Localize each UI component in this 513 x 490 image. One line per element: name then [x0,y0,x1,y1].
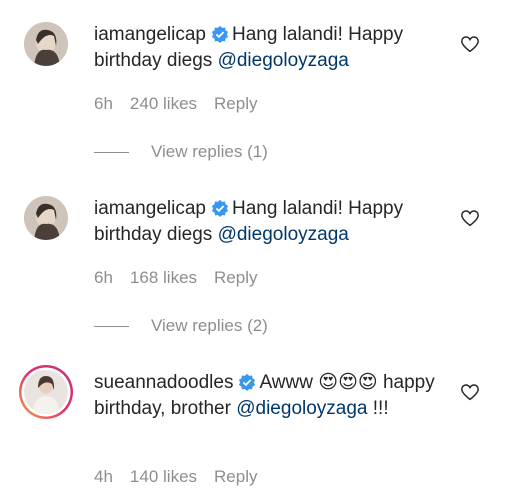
heart-eyes-emoji: 😍 [357,372,378,393]
mention-link[interactable]: @diegoloyzaga [236,398,367,419]
like-heart-icon[interactable] [460,209,480,227]
heart-eyes-emoji: 😍 [318,372,339,393]
comment-text: iamangelicap Hang lalandi! Happy birthday… [94,22,444,74]
comment-meta: 4h 140 likes Reply [94,467,275,487]
comment-body-end: !!! [367,398,389,419]
like-heart-icon[interactable] [460,383,480,401]
username[interactable]: iamangelicap [94,24,206,45]
view-replies-button[interactable]: View replies (2) [94,316,268,336]
replies-divider [94,326,129,328]
verified-badge-icon [239,373,256,391]
view-replies-label: View replies (2) [151,316,268,335]
timestamp: 4h [94,467,113,486]
reply-button[interactable]: Reply [214,467,257,486]
heart-eyes-emoji: 😍 [338,372,358,393]
verified-badge-icon [211,199,229,217]
timestamp: 6h [94,94,113,113]
likes-count[interactable]: 240 likes [130,94,197,113]
comment-text: iamangelicap Hang lalandi! Happy birthday… [94,196,444,248]
reply-button[interactable]: Reply [214,268,257,287]
likes-count[interactable]: 168 likes [130,268,197,287]
mention-link[interactable]: @diegoloyzaga [218,224,349,245]
like-heart-icon[interactable] [460,35,480,53]
username[interactable]: sueannadoodles [94,372,233,393]
view-replies-label: View replies (1) [151,142,268,161]
likes-count[interactable]: 140 likes [130,467,197,486]
comment-meta: 6h 168 likes Reply [94,268,275,288]
comment-text: sueannadoodles Awww 😍😍😍 happy birthday, b… [94,370,444,422]
avatar[interactable] [18,364,74,420]
timestamp: 6h [94,268,113,287]
username[interactable]: iamangelicap [94,198,206,219]
verified-badge-icon [211,25,229,43]
avatar[interactable] [24,22,68,66]
mention-link[interactable]: @diegoloyzaga [218,50,349,71]
comment-meta: 6h 240 likes Reply [94,94,275,114]
view-replies-button[interactable]: View replies (1) [94,142,268,162]
reply-button[interactable]: Reply [214,94,257,113]
avatar[interactable] [24,196,68,240]
replies-divider [94,152,129,154]
comment-body: Awww [259,372,319,393]
